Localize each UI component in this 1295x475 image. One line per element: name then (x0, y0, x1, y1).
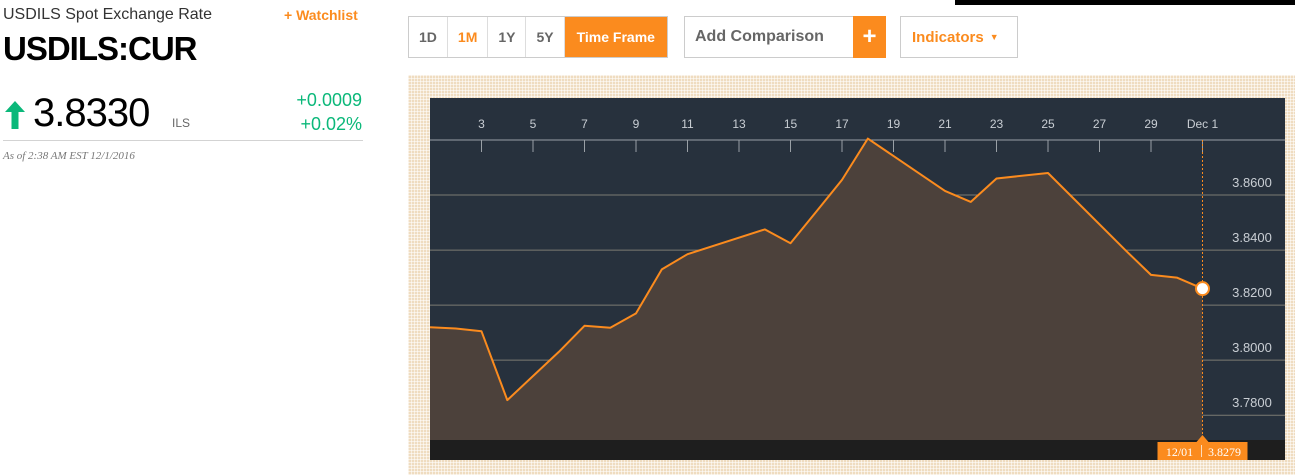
x-tick-label: 5 (530, 117, 537, 131)
indicators-dropdown[interactable]: Indicators ▼ (900, 16, 1018, 58)
y-tick-label: 3.8200 (1232, 285, 1272, 300)
x-tick-label: 11 (681, 117, 694, 131)
price-chart[interactable]: 3 5 7 9 11 13 15 17 19 21 23 25 27 29 Dec 1 3.7800 3.800… (430, 98, 1285, 460)
quote-panel: USDILS Spot Exchange Rate + Watchlist US… (0, 0, 365, 475)
price-change-absolute: +0.0009 (296, 90, 362, 110)
x-tick-label: 27 (1093, 117, 1107, 131)
range-button-1y[interactable]: 1Y (488, 17, 527, 57)
range-selector: 1D 1M 1Y 5Y Time Frame (408, 16, 668, 58)
price-change-percent: +0.02% (300, 114, 362, 134)
x-tick-label: 17 (835, 117, 849, 131)
range-button-1m[interactable]: 1M (448, 17, 489, 57)
add-comparison-button[interactable]: + (853, 16, 886, 58)
x-tick-label: 15 (784, 117, 798, 131)
chart-footer-strip (430, 440, 1285, 460)
ticker-symbol: USDILS:CUR (3, 30, 197, 67)
caret-down-icon: ▼ (989, 32, 999, 42)
x-tick-label: 3 (478, 117, 485, 131)
indicators-label: Indicators (912, 28, 984, 46)
arrow-up-icon (5, 101, 25, 129)
comparison-box: + (684, 16, 886, 58)
y-tick-label: 3.8000 (1232, 340, 1272, 355)
crosshair-value-label: 3.8279 (1208, 445, 1241, 459)
x-tick-label: 23 (990, 117, 1004, 131)
add-comparison-input[interactable] (685, 17, 853, 57)
y-tick-label: 3.7800 (1232, 395, 1272, 410)
time-frame-button[interactable]: Time Frame (564, 17, 667, 57)
x-tick-label: 25 (1041, 117, 1055, 131)
y-tick-label: 3.8400 (1232, 230, 1272, 245)
x-tick-label: 13 (732, 117, 746, 131)
add-to-watchlist-link[interactable]: + Watchlist (284, 7, 358, 23)
quote-subtitle: USDILS Spot Exchange Rate (3, 6, 213, 23)
x-tick-label: 21 (938, 117, 952, 131)
x-tick-label: 19 (887, 117, 901, 131)
top-bar (955, 0, 1295, 5)
range-button-5y[interactable]: 5Y (526, 17, 565, 57)
x-tick-label: 29 (1144, 117, 1158, 131)
x-tick-label: 7 (581, 117, 588, 131)
range-button-1d[interactable]: 1D (409, 17, 448, 57)
as-of-timestamp: As of 2:38 AM EST 12/1/2016 (3, 150, 135, 162)
crosshair-date-label: 12/01 (1166, 445, 1193, 459)
price-currency: ILS (172, 116, 191, 130)
y-tick-label: 3.8600 (1232, 175, 1272, 190)
x-tick-label: Dec 1 (1187, 117, 1219, 131)
quote-divider (3, 140, 363, 141)
x-tick-label: 9 (633, 117, 640, 131)
crosshair-marker (1195, 281, 1210, 297)
last-price: 3.8330 (33, 91, 150, 135)
